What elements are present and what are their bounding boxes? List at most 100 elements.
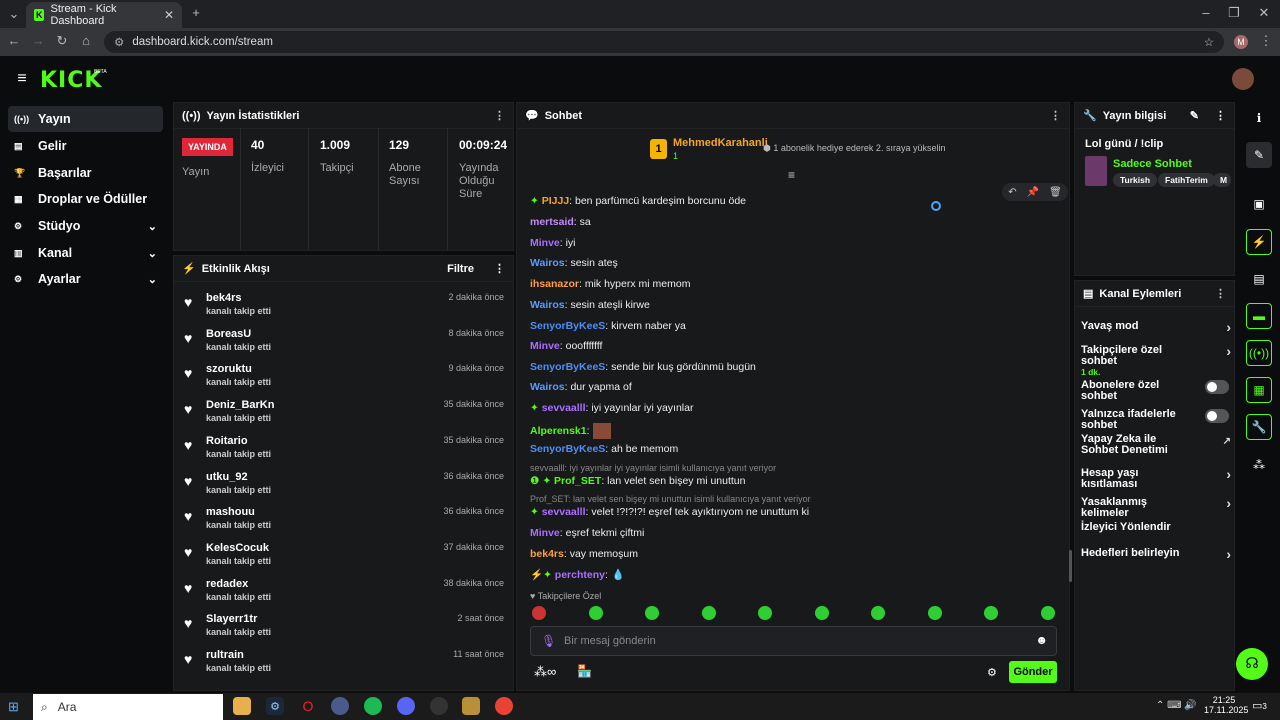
support-headset-icon[interactable]: ☊ <box>1236 648 1268 680</box>
chat-message[interactable]: ✦ sevvaalll: velet !?!?!?! eşref tek ayı… <box>530 506 809 518</box>
broadcast-icon[interactable]: ((•)) <box>1246 340 1272 366</box>
channel-action-item[interactable]: Yavaş mod › <box>1081 319 1231 335</box>
connections-icon[interactable]: ⁂∞ <box>534 664 556 680</box>
reply-icon[interactable]: ↶ <box>1008 187 1016 198</box>
league-icon[interactable] <box>462 697 480 715</box>
event-row[interactable]: ♥ Deniz_BarKn kanalı takip etti 35 dakika ö… <box>184 399 504 435</box>
discord-icon[interactable] <box>397 697 415 715</box>
info-icon[interactable]: ℹ <box>1246 105 1272 131</box>
channel-actions-menu-icon[interactable]: ⋮ <box>1215 287 1226 300</box>
browser-tab[interactable]: K Stream - Kick Dashboard ✕ <box>26 2 182 28</box>
browser-menu-icon[interactable]: ⋮ <box>1256 33 1276 49</box>
send-button[interactable]: Gönder <box>1009 661 1057 683</box>
nodes-icon[interactable]: ⁂ <box>1246 452 1272 478</box>
sidebar-item[interactable]: ▥ Kanal ⌄ <box>8 240 163 266</box>
chat-input-box[interactable]: 🎙 Bir mesaj gönderin ☻ <box>530 626 1057 656</box>
chat-username[interactable]: PIJJJ <box>542 195 569 207</box>
event-row[interactable]: ♥ rultrain kanalı takip etti 11 saat önce <box>184 649 504 685</box>
bookmark-star-icon[interactable]: ☆ <box>1204 35 1214 49</box>
activity-menu-icon[interactable]: ⋮ <box>494 262 505 275</box>
reload-icon[interactable]: ↻ <box>52 33 72 49</box>
obs-icon[interactable] <box>430 697 448 715</box>
opera-icon[interactable]: O <box>299 697 317 715</box>
chat-menu-icon[interactable]: ⋮ <box>1050 109 1061 122</box>
toggle-switch[interactable] <box>1205 409 1229 423</box>
event-row[interactable]: ♥ KelesCocuk kanalı takip etti 37 dakika ön… <box>184 542 504 578</box>
chat-settings-icon[interactable]: ⚙ <box>987 666 997 679</box>
chat-username[interactable]: Wairos <box>530 257 565 269</box>
chat-username[interactable]: sevvaalll <box>542 506 586 518</box>
lightning-icon[interactable]: ⚡ <box>1246 229 1272 255</box>
channel-action-item[interactable]: Takipçilere özel sohbet 1 dk. › <box>1081 343 1231 377</box>
chat-username[interactable]: Minve <box>530 237 560 249</box>
event-username[interactable]: szoruktu <box>206 363 252 375</box>
chat-message[interactable]: SenyorByKeeS: ah be memom <box>530 443 678 455</box>
user-avatar[interactable] <box>1232 68 1254 90</box>
event-username[interactable]: redadex <box>206 578 248 590</box>
chat-username[interactable]: Wairos <box>530 381 565 393</box>
event-row[interactable]: ♥ Roitario kanalı takip etti 35 dakika önce <box>184 435 504 471</box>
file-explorer-icon[interactable] <box>233 697 251 715</box>
site-info-icon[interactable]: ⚙ <box>114 35 124 49</box>
minimize-icon[interactable]: – <box>1196 5 1216 20</box>
channel-action-item[interactable]: Yasaklanmış kelimeler › <box>1081 495 1231 519</box>
emote-icon[interactable] <box>814 606 829 620</box>
chat-username[interactable]: bek4rs <box>530 548 564 560</box>
chat-username[interactable]: ihsanazor <box>530 278 579 290</box>
windows-start-icon[interactable]: ⊞ <box>8 699 19 715</box>
close-window-icon[interactable]: ✕ <box>1254 5 1274 21</box>
home-icon[interactable]: ⌂ <box>76 33 96 48</box>
chat-message[interactable]: SenyorByKeeS: kirvem naber ya <box>530 320 686 332</box>
event-username[interactable]: mashouu <box>206 506 255 518</box>
category-thumbnail[interactable] <box>1085 156 1107 186</box>
chat-message[interactable]: Wairos: sesin ateşli kirwe <box>530 299 650 311</box>
forward-icon[interactable]: → <box>28 33 48 48</box>
emote-icon[interactable] <box>927 606 942 620</box>
event-row[interactable]: ♥ redadex kanalı takip etti 38 dakika önce <box>184 578 504 614</box>
chat-username[interactable]: Minve <box>530 340 560 352</box>
channel-action-item[interactable]: Hedefleri belirleyin › <box>1081 546 1231 562</box>
steam-icon[interactable]: ⚙ <box>266 697 284 715</box>
event-row[interactable]: ♥ bek4rs kanalı takip etti 2 dakika önce <box>184 292 504 328</box>
sidebar-item[interactable]: 🏆 Başarılar <box>8 160 163 186</box>
screen-capture-icon[interactable]: ▣ <box>1246 191 1272 217</box>
sidebar-item[interactable]: ▤ Gelir <box>8 133 163 159</box>
chat-username[interactable]: Prof_SET <box>554 475 601 487</box>
restore-icon[interactable]: ❐ <box>1224 5 1244 21</box>
sidebar-item[interactable]: ⚙ Ayarlar ⌄ <box>8 266 163 292</box>
new-tab-icon[interactable]: + <box>186 5 206 20</box>
filter-button[interactable]: Filtre <box>447 263 474 275</box>
stream-info-menu-icon[interactable]: ⋮ <box>1215 109 1226 122</box>
chat-message[interactable]: ✦ sevvaalll: iyi yayınlar iyi yayınlar <box>530 402 693 414</box>
chat-scroll-icon[interactable]: ≡ <box>788 168 795 182</box>
notification-icon[interactable]: ▭3 <box>1252 699 1267 712</box>
channel-action-item[interactable]: Yalnızca ifadelerle sohbet <box>1081 409 1231 431</box>
app-icon[interactable] <box>331 697 349 715</box>
delete-icon[interactable]: 🗑 <box>1049 187 1062 198</box>
hamburger-menu-icon[interactable]: ≡ <box>12 70 32 88</box>
store-icon[interactable]: 🏪 <box>577 664 592 678</box>
chat-message[interactable]: SenyorByKeeS: sende bir kuş gördünmü bug… <box>530 361 756 373</box>
chat-username[interactable]: SenyorByKeeS <box>530 320 605 332</box>
stream-tag[interactable]: Turkish <box>1113 173 1158 187</box>
microphone-icon[interactable]: 🎙 <box>541 634 556 648</box>
emote-icon[interactable] <box>1040 606 1055 620</box>
event-username[interactable]: Slayerr1tr <box>206 613 257 625</box>
chat-username[interactable]: Minve <box>530 527 560 539</box>
category-name[interactable]: Sadece Sohbet <box>1113 158 1192 170</box>
layout-icon[interactable]: ▦ <box>1246 377 1272 403</box>
event-username[interactable]: BoreasU <box>206 328 251 340</box>
sidebar-item[interactable]: ⚙ Stüdyo ⌄ <box>8 213 163 239</box>
chat-message[interactable]: ❶ ✦ Prof_SET: lan velet sen bişey mi unu… <box>530 475 745 487</box>
chat-message[interactable]: ⚡✦ perchteny: 💧 <box>530 568 625 581</box>
document-icon[interactable]: ▤ <box>1246 266 1272 292</box>
tab-search-icon[interactable]: ⌄ <box>4 6 24 22</box>
chat-message[interactable]: Minve: ooofffffff <box>530 340 602 352</box>
chat-username[interactable]: Alperensk1 <box>530 425 587 437</box>
chat-username[interactable]: Wairos <box>530 299 565 311</box>
back-icon[interactable]: ← <box>4 33 24 48</box>
sidebar-item[interactable]: ▦ Droplar ve Ödüller <box>8 186 163 212</box>
chat-message[interactable]: mertsaid: sa <box>530 216 591 228</box>
chat-scrollbar[interactable] <box>1069 550 1072 582</box>
stream-tag[interactable]: FatihTerim <box>1158 173 1215 187</box>
